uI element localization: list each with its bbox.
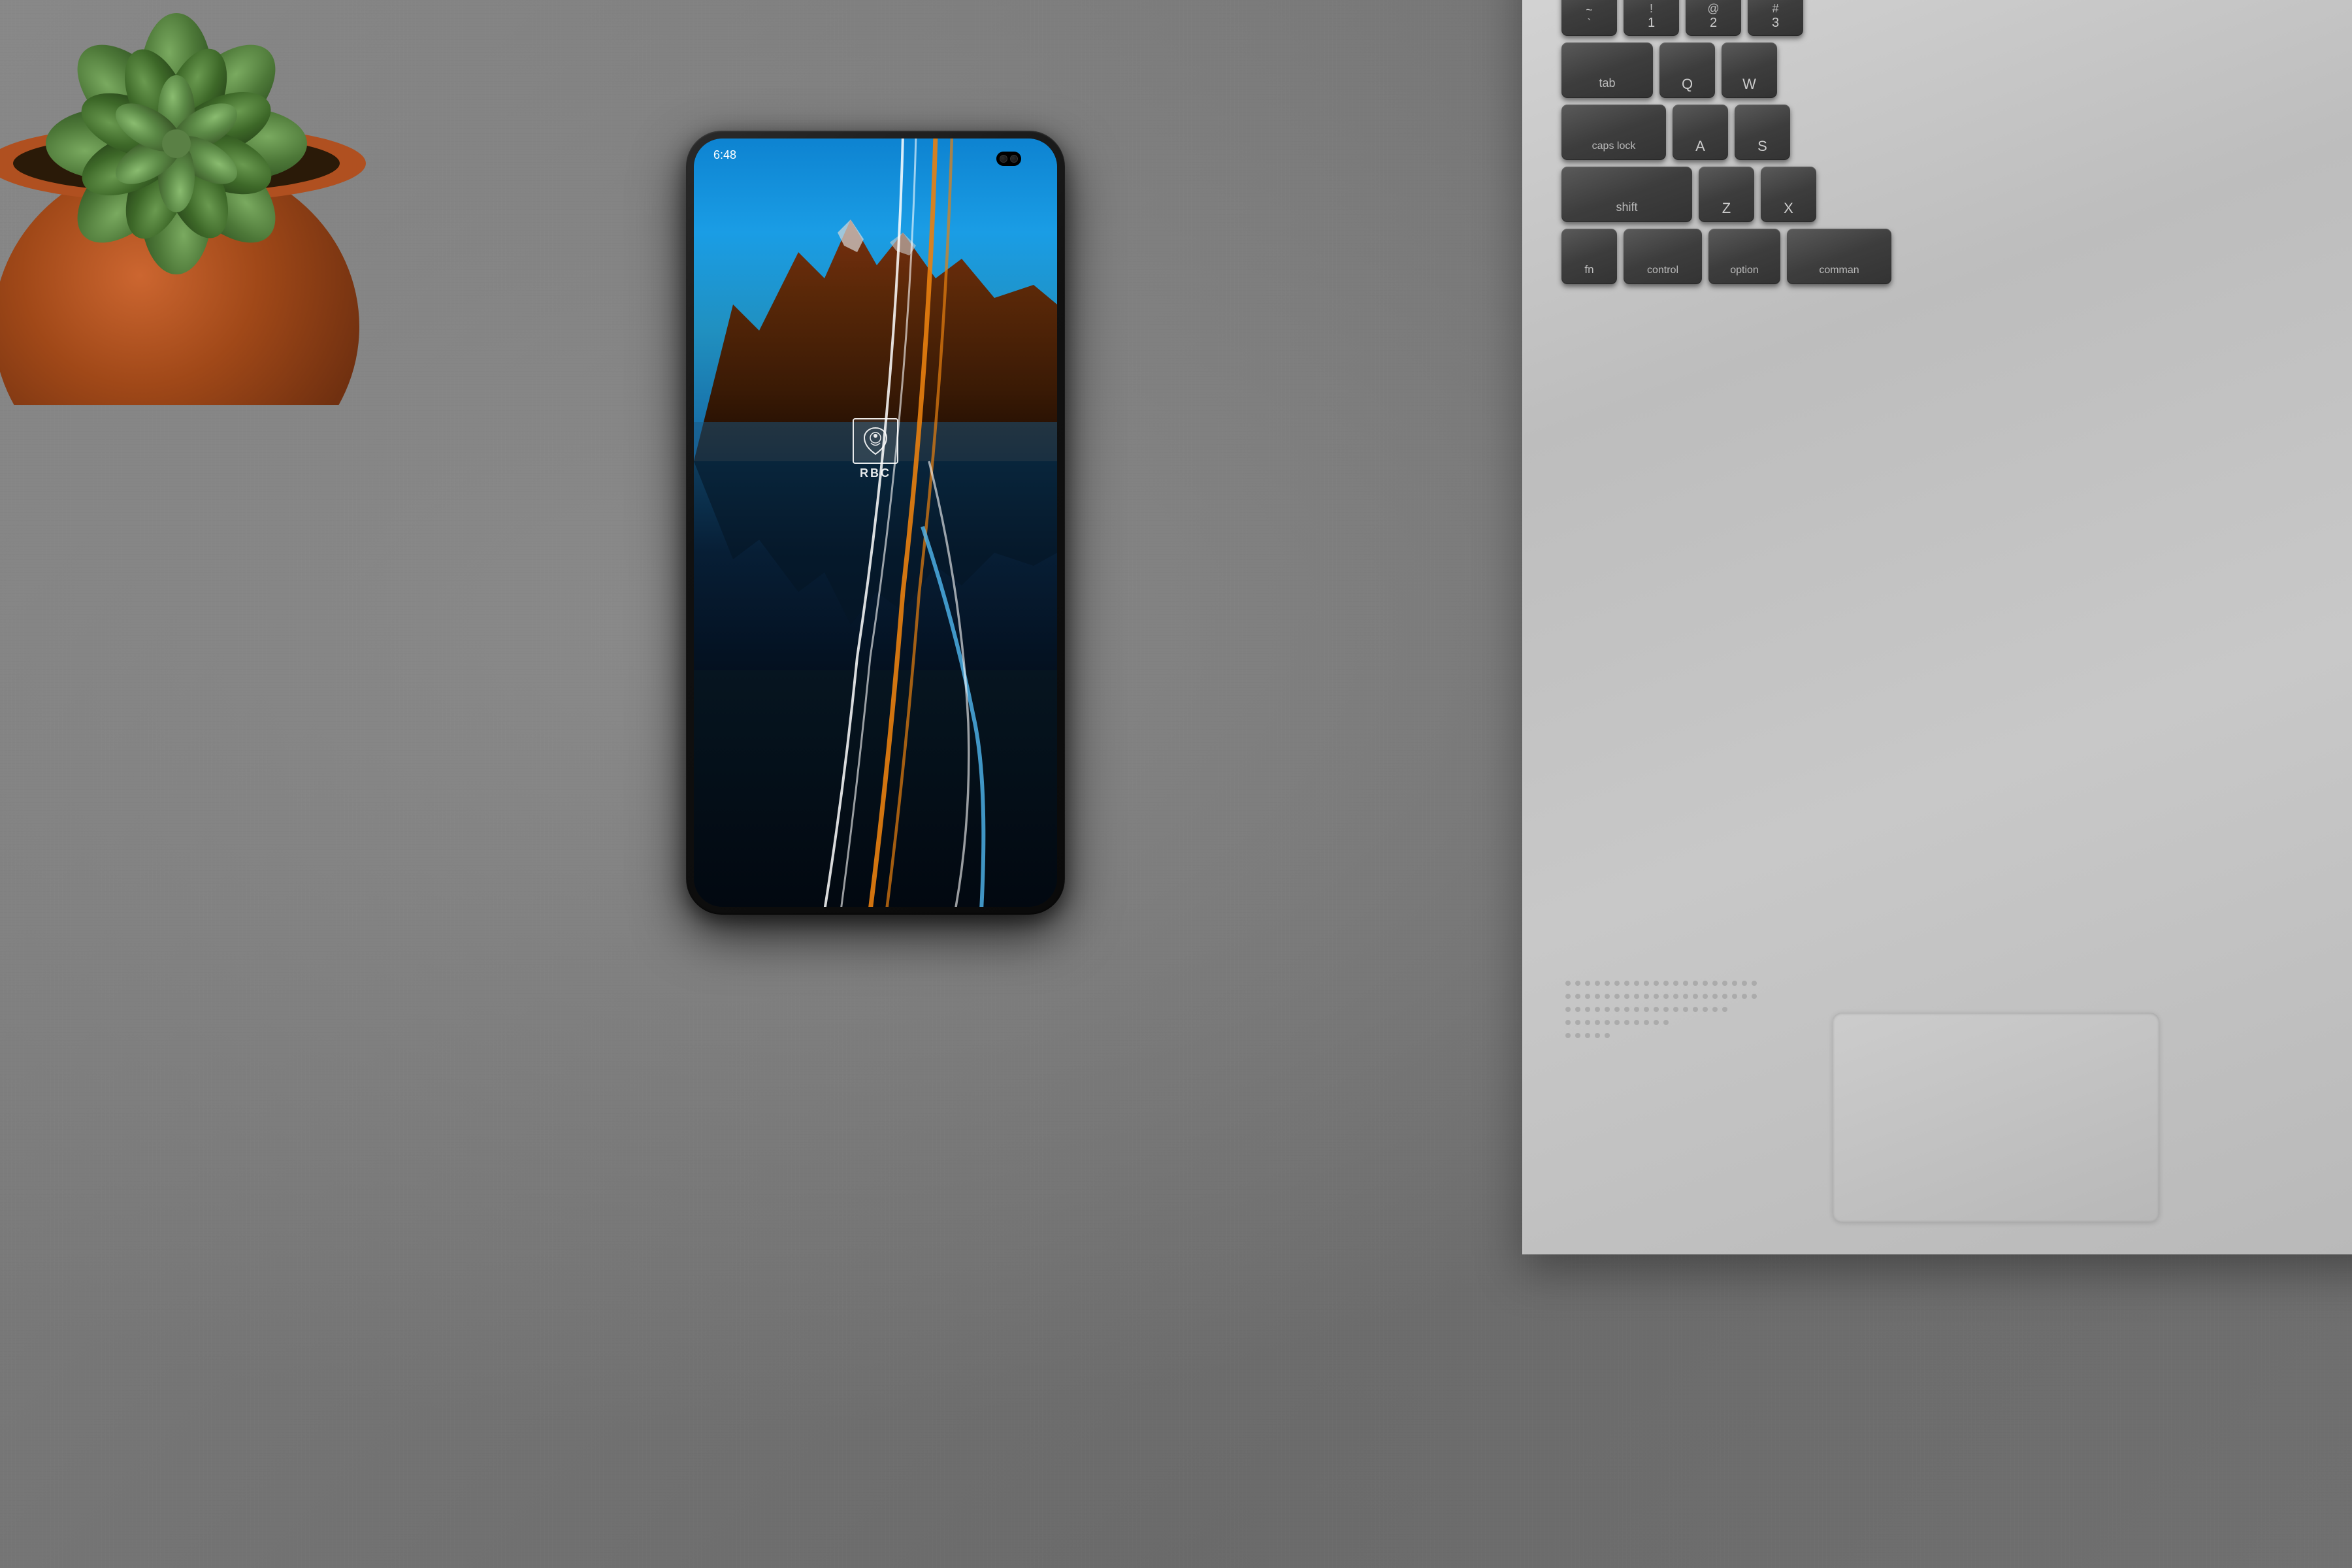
- key-shift[interactable]: shift: [1561, 167, 1692, 222]
- key-w[interactable]: W: [1722, 42, 1777, 98]
- key-row-zxc: shift Z X: [1561, 167, 2352, 222]
- key-capslock[interactable]: caps lock: [1561, 105, 1666, 160]
- screen-wallpaper: [694, 139, 1057, 907]
- phone-body: RBC 6:48: [686, 131, 1065, 915]
- key-fn[interactable]: fn: [1561, 229, 1617, 284]
- speaker-dots-svg: // Dots generated via SVG: [1561, 973, 1790, 1052]
- key-q[interactable]: Q: [1659, 42, 1715, 98]
- key-z[interactable]: Z: [1699, 167, 1754, 222]
- status-time: 6:48: [713, 148, 736, 162]
- laptop: ~ ` ! 1 @ 2 # 3 tab: [1522, 0, 2352, 1254]
- trackpad[interactable]: [1833, 1013, 2159, 1222]
- rbc-text-label: RBC: [860, 466, 891, 480]
- plant-svg: [0, 0, 405, 405]
- rbc-logo: RBC: [846, 413, 905, 485]
- key-2[interactable]: @ 2: [1686, 0, 1741, 36]
- key-x[interactable]: X: [1761, 167, 1816, 222]
- key-row-numbers: ~ ` ! 1 @ 2 # 3: [1561, 0, 2352, 36]
- key-control[interactable]: control: [1624, 229, 1702, 284]
- key-row-qwerty: tab Q W: [1561, 42, 2352, 98]
- speaker-grille: // Dots generated via SVG: [1561, 973, 1790, 1052]
- key-tilde[interactable]: ~ `: [1561, 0, 1617, 36]
- key-row-modifiers: fn control option comman: [1561, 229, 2352, 284]
- rbc-lion-icon: [859, 425, 892, 457]
- key-command[interactable]: comman: [1787, 229, 1891, 284]
- rbc-logo-box: [853, 418, 898, 464]
- key-row-asdf: caps lock A S: [1561, 105, 2352, 160]
- key-a[interactable]: A: [1673, 105, 1728, 160]
- camera-punch-hole: [996, 152, 1021, 166]
- camera-lens-main: [1000, 155, 1007, 163]
- key-option[interactable]: option: [1708, 229, 1780, 284]
- plant-container: [0, 0, 405, 405]
- phone: RBC 6:48: [686, 131, 1065, 915]
- key-s[interactable]: S: [1735, 105, 1790, 160]
- camera-lens-secondary: [1010, 155, 1018, 163]
- key-tab[interactable]: tab: [1561, 42, 1653, 98]
- key-3[interactable]: # 3: [1748, 0, 1803, 36]
- phone-screen: RBC 6:48: [694, 139, 1057, 907]
- laptop-body: ~ ` ! 1 @ 2 # 3 tab: [1522, 0, 2352, 1254]
- key-1[interactable]: ! 1: [1624, 0, 1679, 36]
- keyboard-area: ~ ` ! 1 @ 2 # 3 tab: [1561, 0, 2352, 1091]
